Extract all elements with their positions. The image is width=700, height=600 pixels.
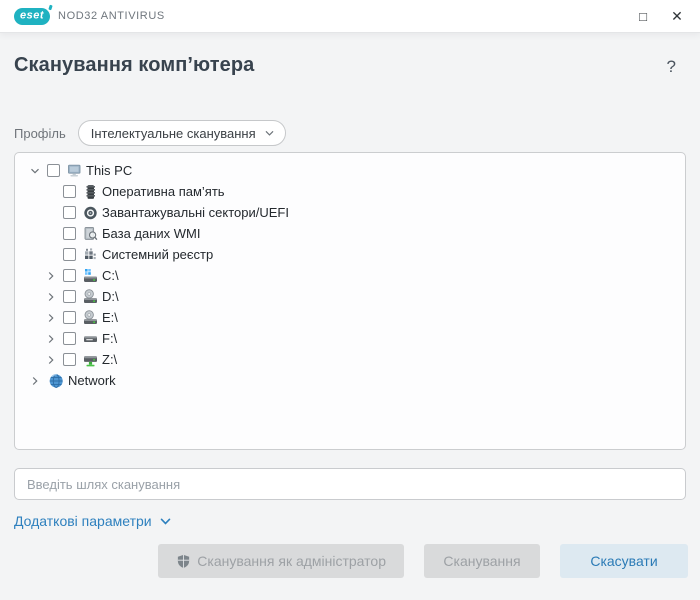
tree-row-boot-sectors[interactable]: Завантажувальні сектори/UEFI — [15, 202, 685, 223]
close-button[interactable]: ✕ — [660, 0, 694, 32]
chevron-down-icon[interactable] — [29, 163, 47, 179]
chevron-right-icon[interactable] — [45, 310, 63, 326]
chevron-right-icon[interactable] — [45, 352, 63, 368]
chevron-right-icon[interactable] — [45, 331, 63, 347]
help-icon[interactable]: ? — [667, 54, 676, 80]
optical-drive-icon — [81, 288, 99, 305]
titlebar: eset NOD32 ANTIVIRUS □ ✕ — [0, 0, 700, 32]
checkbox[interactable] — [63, 248, 76, 261]
eset-logo-text: eset — [20, 9, 45, 21]
advanced-options-link[interactable]: Додаткові параметри — [14, 513, 172, 529]
cancel-button[interactable]: Скасувати — [560, 544, 688, 578]
tree-item-label: Системний реєстр — [102, 247, 214, 262]
checkbox[interactable] — [63, 227, 76, 240]
wmi-database-icon — [81, 226, 99, 242]
tree-item-label: F:\ — [102, 331, 118, 346]
checkbox[interactable] — [63, 290, 76, 303]
checkbox[interactable] — [63, 353, 76, 366]
scan-path-input[interactable] — [14, 468, 686, 500]
hard-drive-icon — [81, 331, 99, 347]
scan-as-admin-label: Сканування як адміністратор — [197, 553, 386, 569]
chevron-right-icon[interactable] — [45, 268, 63, 284]
advanced-row: Додаткові параметри — [14, 513, 686, 531]
profile-select[interactable]: Інтелектуальне сканування — [77, 120, 286, 146]
network-globe-icon — [47, 373, 65, 389]
eset-logo: eset — [14, 4, 53, 25]
tree-item-label: D:\ — [102, 289, 119, 304]
checkbox[interactable] — [63, 206, 76, 219]
profile-selected-value: Інтелектуальне сканування — [90, 125, 256, 141]
checkbox[interactable] — [63, 311, 76, 324]
chevron-right-icon[interactable] — [45, 289, 63, 305]
scan-label: Сканування — [443, 553, 521, 569]
product-name: NOD32 ANTIVIRUS — [58, 10, 165, 22]
tree-item-label: Z:\ — [102, 352, 118, 367]
scan-targets-tree: This PC Оперативна пам’ять Завантажуваль… — [14, 152, 686, 450]
tree-row-memory[interactable]: Оперативна пам’ять — [15, 181, 685, 202]
ram-icon — [81, 184, 99, 200]
tree-row-drive-e[interactable]: E:\ — [15, 307, 685, 328]
advanced-options-label: Додаткові параметри — [14, 513, 152, 529]
profile-row: Профіль Інтелектуальне сканування — [0, 120, 700, 146]
scan-button[interactable]: Сканування — [424, 544, 540, 578]
eset-logo-spark — [48, 4, 53, 10]
tree-row-wmi[interactable]: База даних WMI — [15, 223, 685, 244]
tree-row-registry[interactable]: Системний реєстр — [15, 244, 685, 265]
chevron-right-icon[interactable] — [29, 373, 47, 389]
tree-row-network[interactable]: Network — [15, 370, 685, 391]
page-header: Сканування комп’ютера ? — [0, 32, 700, 80]
tree-item-label: База даних WMI — [102, 226, 201, 241]
tree-item-label: Завантажувальні сектори/UEFI — [102, 205, 289, 220]
minimize-button[interactable]: □ — [626, 0, 660, 32]
tree-item-label: E:\ — [102, 310, 118, 325]
tree-row-drive-d[interactable]: D:\ — [15, 286, 685, 307]
checkbox[interactable] — [63, 332, 76, 345]
cancel-label: Скасувати — [590, 553, 658, 569]
chevron-down-icon — [160, 518, 170, 525]
checkbox[interactable] — [63, 269, 76, 282]
registry-icon — [81, 247, 99, 263]
system-drive-icon — [81, 268, 99, 284]
tree-row-drive-z[interactable]: Z:\ — [15, 349, 685, 370]
uac-shield-icon — [178, 554, 190, 568]
computer-icon — [65, 163, 83, 179]
action-button-row: Сканування як адміністратор Сканування С… — [0, 544, 700, 578]
tree-row-drive-f[interactable]: F:\ — [15, 328, 685, 349]
tree-item-label: Оперативна пам’ять — [102, 184, 225, 199]
boot-sector-icon — [81, 205, 99, 221]
tree-item-label: C:\ — [102, 268, 119, 283]
eset-scan-window: eset NOD32 ANTIVIRUS □ ✕ Сканування комп… — [0, 0, 700, 600]
scan-as-admin-button[interactable]: Сканування як адміністратор — [158, 544, 404, 578]
optical-drive-icon — [81, 309, 99, 326]
tree-item-label: This PC — [86, 163, 133, 178]
profile-label: Профіль — [14, 125, 66, 141]
tree-item-label: Network — [68, 373, 116, 388]
checkbox[interactable] — [63, 185, 76, 198]
tree-row-this-pc[interactable]: This PC — [15, 160, 685, 181]
chevron-down-icon — [265, 130, 274, 136]
network-drive-icon — [81, 352, 99, 368]
page-title: Сканування комп’ютера — [14, 54, 255, 76]
tree-row-drive-c[interactable]: C:\ — [15, 265, 685, 286]
checkbox[interactable] — [47, 164, 60, 177]
